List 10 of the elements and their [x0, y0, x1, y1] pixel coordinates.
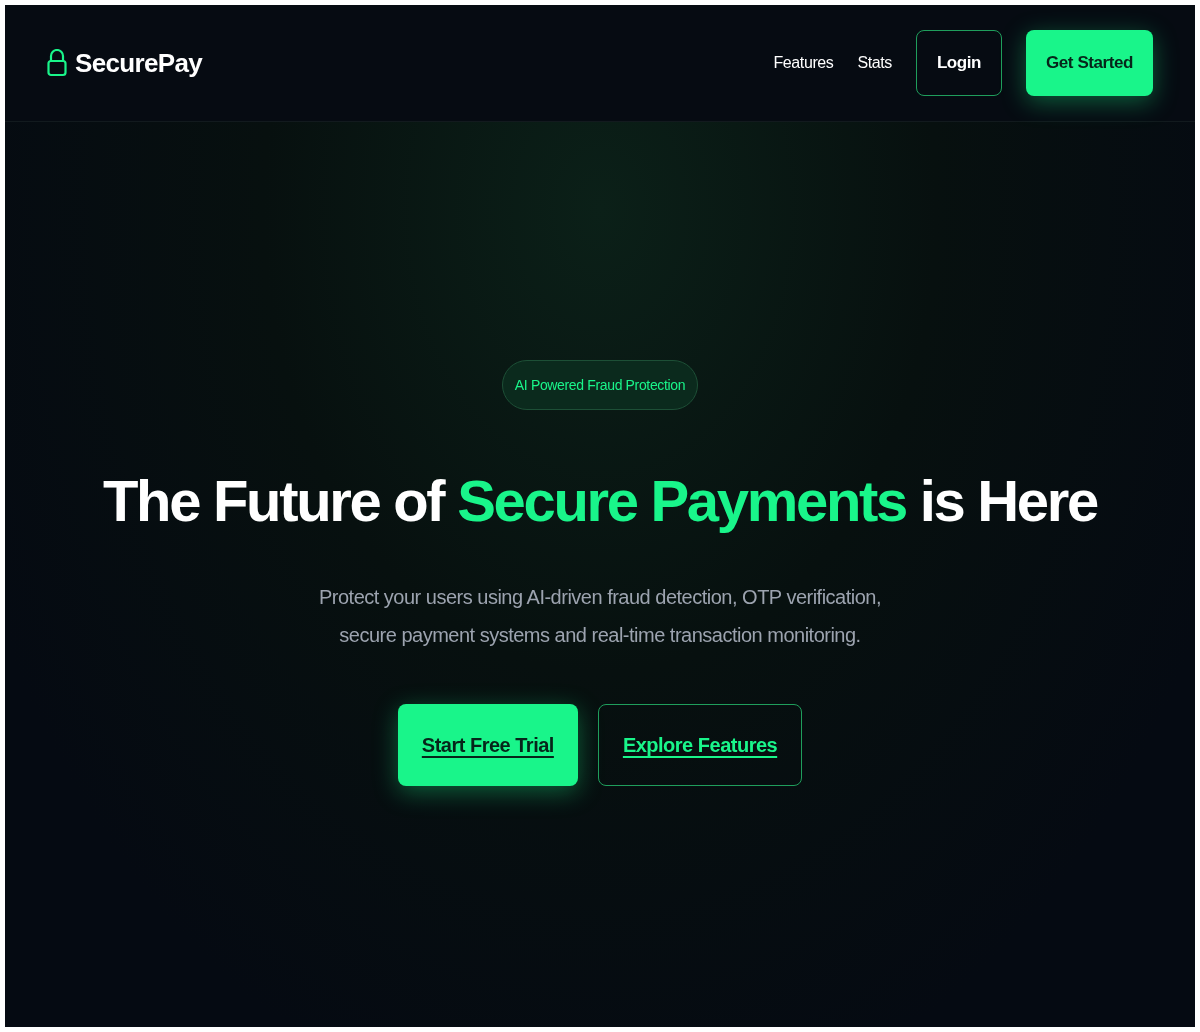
- cta-button[interactable]: Start Free Trial: [397, 704, 578, 786]
- brand-name: SecurePay: [75, 46, 203, 80]
- nav-link[interactable]: Stats: [857, 51, 892, 75]
- nav-link[interactable]: Features: [773, 51, 834, 75]
- nav-button[interactable]: Get Started: [1026, 30, 1153, 96]
- nav-button[interactable]: Login: [915, 30, 1003, 96]
- feature-badge: AI Powered Fraud Protection: [501, 360, 699, 410]
- lock-icon: [47, 49, 67, 77]
- hero-subtitle: Protect your users using AI-driven fraud detection, OTP verification, secure payment systems and real-time transaction monitoring.: [317, 585, 883, 648]
- cta-button[interactable]: Explore Features: [597, 704, 803, 786]
